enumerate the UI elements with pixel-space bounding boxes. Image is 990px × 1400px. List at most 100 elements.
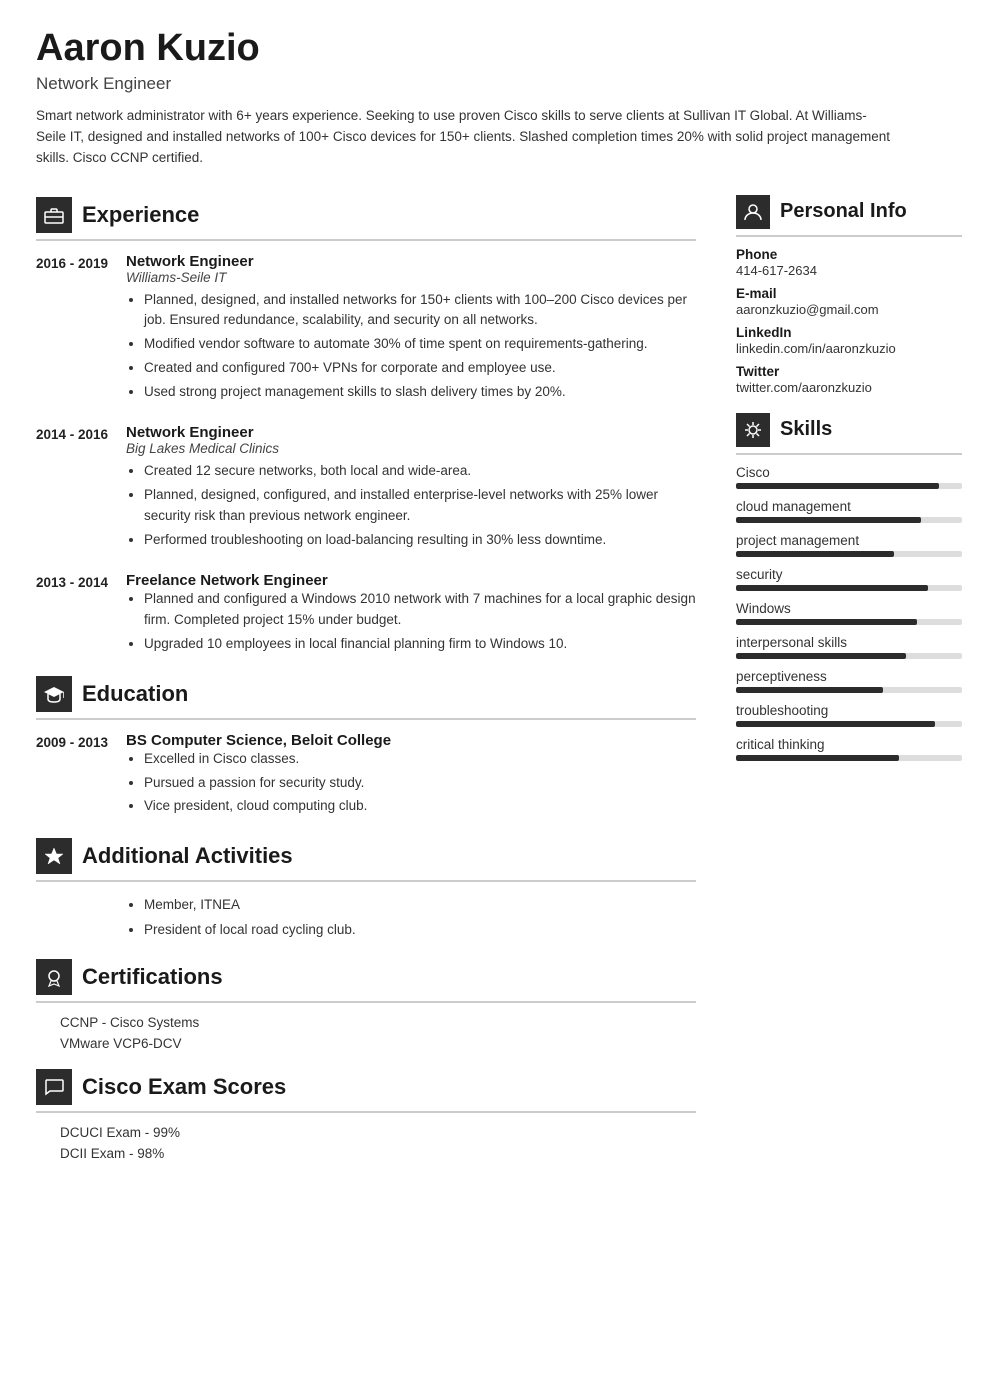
skill-name: project management: [736, 533, 962, 548]
skill-item: project management: [736, 533, 962, 557]
experience-entries: 2016 - 2019Network EngineerWilliams-Seil…: [36, 253, 696, 658]
exam-title: Cisco Exam Scores: [82, 1074, 286, 1100]
entry-bullet: Planned and configured a Windows 2010 ne…: [144, 589, 696, 631]
entry-bullet: Performed troubleshooting on load-balanc…: [144, 530, 696, 551]
skills-icon: [736, 413, 770, 447]
skill-item: interpersonal skills: [736, 635, 962, 659]
skill-name: interpersonal skills: [736, 635, 962, 650]
email-label: E-mail: [736, 286, 962, 301]
entry-bullets: Created 12 secure networks, both local a…: [126, 461, 696, 551]
entry-content: Network EngineerBig Lakes Medical Clinic…: [126, 424, 696, 554]
experience-section: Experience 2016 - 2019Network EngineerWi…: [36, 197, 696, 658]
twitter-value: twitter.com/aaronzkuzio: [736, 380, 962, 395]
skill-bar-bg: [736, 517, 962, 523]
entry-job-title: BS Computer Science, Beloit College: [126, 732, 696, 749]
entry-date: 2014 - 2016: [36, 424, 126, 554]
right-column: Personal Info Phone 414-617-2634 E-mail …: [720, 187, 990, 1179]
entry-bullet: Excelled in Cisco classes.: [144, 749, 696, 770]
certifications-title: Certifications: [82, 964, 223, 990]
entry-date: 2013 - 2014: [36, 572, 126, 658]
skill-bar-bg: [736, 551, 962, 557]
entry-job-title: Network Engineer: [126, 253, 696, 270]
phone-label: Phone: [736, 247, 962, 262]
experience-title: Experience: [82, 202, 199, 228]
entry: 2014 - 2016Network EngineerBig Lakes Med…: [36, 424, 696, 554]
skill-bar-fill: [736, 619, 917, 625]
entry-company: Williams-Seile IT: [126, 270, 696, 285]
entry-content: BS Computer Science, Beloit CollegeExcel…: [126, 732, 696, 821]
experience-header: Experience: [36, 197, 696, 241]
cert-icon: [36, 959, 72, 995]
linkedin-value: linkedin.com/in/aaronzkuzio: [736, 341, 962, 356]
education-title: Education: [82, 681, 188, 707]
header: Aaron Kuzio Network Engineer Smart netwo…: [0, 0, 990, 187]
skill-bar-bg: [736, 687, 962, 693]
entry-bullets: Excelled in Cisco classes.Pursued a pass…: [126, 749, 696, 818]
skill-name: cloud management: [736, 499, 962, 514]
entry-content: Network EngineerWilliams-Seile IT Planned…: [126, 253, 696, 407]
star-icon: [36, 838, 72, 874]
skill-name: troubleshooting: [736, 703, 962, 718]
cert-item: VMware VCP6-DCV: [36, 1036, 696, 1051]
additional-title: Additional Activities: [82, 843, 293, 869]
education-header: Education: [36, 676, 696, 720]
skill-bar-fill: [736, 517, 921, 523]
entry-bullet: Planned, designed, and installed network…: [144, 290, 696, 332]
skill-bar-fill: [736, 483, 939, 489]
main-layout: Experience 2016 - 2019Network EngineerWi…: [0, 187, 990, 1219]
entry-bullets: Planned and configured a Windows 2010 ne…: [126, 589, 696, 655]
skill-bar-bg: [736, 653, 962, 659]
skill-bar-fill: [736, 755, 899, 761]
skill-item: security: [736, 567, 962, 591]
entry-bullets: Planned, designed, and installed network…: [126, 290, 696, 404]
cert-items: CCNP - Cisco SystemsVMware VCP6-DCV: [36, 1015, 696, 1051]
skill-bar-fill: [736, 687, 883, 693]
entry-bullet: Modified vendor software to automate 30%…: [144, 334, 696, 355]
entry-bullet: Vice president, cloud computing club.: [144, 796, 696, 817]
skills-section: Skills Cisco cloud management project mana…: [736, 413, 962, 761]
additional-bullets: Member, ITNEAPresident of local road cyc…: [36, 894, 696, 940]
exam-item: DCUCI Exam - 99%: [36, 1125, 696, 1140]
certifications-section: Certifications CCNP - Cisco SystemsVMwar…: [36, 959, 696, 1051]
exam-header: Cisco Exam Scores: [36, 1069, 696, 1113]
twitter-label: Twitter: [736, 364, 962, 379]
additional-bullet: President of local road cycling club.: [144, 919, 696, 941]
skill-name: perceptiveness: [736, 669, 962, 684]
entry-company: Big Lakes Medical Clinics: [126, 441, 696, 456]
linkedin-label: LinkedIn: [736, 325, 962, 340]
candidate-title: Network Engineer: [36, 74, 954, 94]
skills-header: Skills: [736, 413, 962, 455]
left-column: Experience 2016 - 2019Network EngineerWi…: [0, 187, 720, 1179]
education-entries: 2009 - 2013BS Computer Science, Beloit C…: [36, 732, 696, 821]
skill-name: Cisco: [736, 465, 962, 480]
skill-bar-fill: [736, 585, 928, 591]
skill-bar-fill: [736, 721, 935, 727]
entry: 2013 - 2014Freelance Network EngineerPla…: [36, 572, 696, 658]
entry-job-title: Network Engineer: [126, 424, 696, 441]
briefcase-icon: [36, 197, 72, 233]
skill-bar-bg: [736, 721, 962, 727]
entry-bullet: Created 12 secure networks, both local a…: [144, 461, 696, 482]
skills-title: Skills: [780, 418, 832, 441]
exam-section: Cisco Exam Scores DCUCI Exam - 99% DCII E…: [36, 1069, 696, 1161]
graduation-icon: [36, 676, 72, 712]
entry-bullet: Created and configured 700+ VPNs for cor…: [144, 358, 696, 379]
entry-bullet: Used strong project management skills to…: [144, 382, 696, 403]
skill-bar-bg: [736, 483, 962, 489]
exam-item: DCII Exam - 98%: [36, 1146, 696, 1161]
skill-name: Windows: [736, 601, 962, 616]
personal-info-section: Personal Info Phone 414-617-2634 E-mail …: [736, 195, 962, 395]
chat-icon: [36, 1069, 72, 1105]
entry-date: 2016 - 2019: [36, 253, 126, 407]
entry-bullet: Planned, designed, configured, and insta…: [144, 485, 696, 527]
personal-info-header: Personal Info: [736, 195, 962, 237]
skill-item: Windows: [736, 601, 962, 625]
skill-name: security: [736, 567, 962, 582]
skill-bar-bg: [736, 619, 962, 625]
certifications-header: Certifications: [36, 959, 696, 1003]
education-section: Education 2009 - 2013BS Computer Science…: [36, 676, 696, 821]
additional-section: Additional Activities Member, ITNEAPresi…: [36, 838, 696, 940]
entry-date: 2009 - 2013: [36, 732, 126, 821]
skill-item: Cisco: [736, 465, 962, 489]
skill-name: critical thinking: [736, 737, 962, 752]
